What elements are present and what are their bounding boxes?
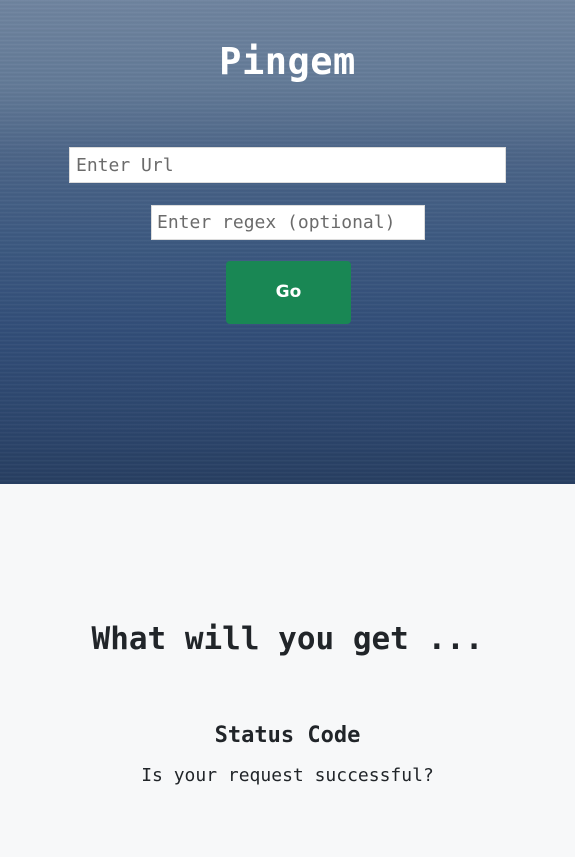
go-button[interactable]: Go: [226, 261, 351, 324]
hero-section: Pingem Go: [0, 0, 575, 484]
features-heading: What will you get ...: [91, 621, 484, 657]
feature-title-status-code: Status Code: [214, 723, 361, 748]
regex-input[interactable]: [151, 205, 425, 240]
app-title: Pingem: [219, 40, 356, 83]
feature-description-status-code: Is your request successful?: [141, 765, 434, 786]
features-section: What will you get ... Status Code Is you…: [0, 484, 575, 857]
url-input[interactable]: [69, 147, 506, 183]
